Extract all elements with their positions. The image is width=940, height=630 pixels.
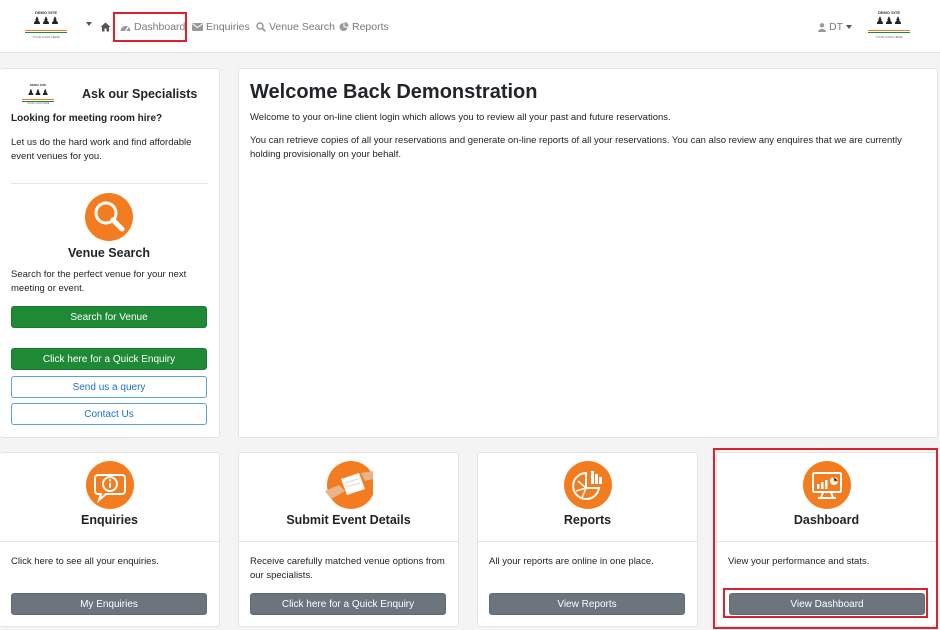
reports-card-title: Reports (563, 513, 612, 527)
venue-search-title: Venue Search (68, 246, 150, 260)
enquiries-card-title: Enquiries (81, 513, 138, 527)
enquiries-card-text: Click here to see all your enquiries. (11, 556, 159, 567)
reports-card-text: All your reports are online in one place… (489, 556, 654, 567)
specialists-intro: Let us do the hard work and find afforda… (11, 137, 192, 162)
my-enquiries-button[interactable]: My Enquiries (11, 593, 207, 615)
nav-reports[interactable]: Reports (339, 19, 389, 35)
user-icon (818, 22, 826, 32)
speech-bubble-info-icon (85, 461, 134, 509)
venue-search-magnifier-icon (85, 193, 133, 241)
specialists-question: Looking for meeting room hire? (11, 113, 163, 124)
client-logo: DEMO SITE ♟♟♟ YOUR LOGO HERE (866, 10, 912, 42)
venue-search-text: Search for the perfect venue for your ne… (11, 269, 187, 294)
sidebar-logo: DEMO SITE ♟♟♟ YOUR LOGO HERE (20, 83, 56, 107)
client-logo-stripe-green (868, 32, 910, 33)
logo-stripe-orange (25, 30, 67, 31)
welcome-title: Welcome Back Demonstration (250, 81, 538, 103)
nav-venue-search-label: Venue Search (269, 21, 335, 33)
sidebar-quick-enquiry-button[interactable]: Click here for a Quick Enquiry (11, 348, 207, 370)
client-logo-title: DEMO SITE (877, 10, 900, 15)
nav-venue-search[interactable]: Venue Search (256, 19, 335, 35)
user-initials: DT (829, 21, 843, 33)
client-logo-tagline: YOUR LOGO HERE (875, 35, 903, 39)
logo-tagline: YOUR LOGO HERE (32, 35, 60, 39)
user-menu[interactable]: DT (818, 19, 852, 35)
view-reports-button[interactable]: View Reports (489, 593, 685, 615)
nav-home[interactable] (100, 19, 111, 35)
envelope-icon (192, 23, 203, 31)
user-dropdown-caret-icon (846, 25, 852, 29)
submit-event-card-divider (239, 541, 458, 542)
top-navbar: DEMO SITE ♟♟♟ YOUR LOGO HERE Dashboard E… (0, 0, 940, 53)
contact-us-button[interactable]: Contact Us (11, 403, 207, 425)
nav-reports-label: Reports (352, 21, 389, 33)
pie-chart-icon (563, 461, 612, 509)
welcome-intro-text: Welcome to your on-line client login whi… (250, 112, 671, 123)
quick-enquiry-button[interactable]: Click here for a Quick Enquiry (250, 593, 446, 615)
sidebar-logo-tagline: YOUR LOGO HERE (26, 102, 50, 105)
specialists-sidebar: DEMO SITE ♟♟♟ YOUR LOGO HERE Ask our Spe… (0, 68, 220, 438)
client-logo-stripe-orange (868, 30, 910, 31)
site-logo[interactable]: DEMO SITE ♟♟♟ YOUR LOGO HERE (23, 10, 69, 42)
logo-dropdown-caret-icon[interactable] (86, 22, 92, 26)
sidebar-divider (11, 183, 208, 184)
handshake-document-icon (324, 461, 375, 509)
logo-stripe-green (25, 32, 67, 33)
specialists-title: Ask our Specialists (82, 87, 198, 101)
welcome-detail-text: You can retrieve copies of all your rese… (250, 135, 902, 160)
home-icon (100, 22, 111, 32)
view-dashboard-highlight-box (723, 588, 928, 618)
submit-event-card-title: Submit Event Details (286, 513, 411, 527)
send-query-button[interactable]: Send us a query (11, 376, 207, 398)
logo-people-icon: ♟♟♟ (32, 16, 60, 27)
search-for-venue-button[interactable]: Search for Venue (11, 306, 207, 328)
dashboard-highlight-box (113, 12, 187, 42)
submit-event-card: Submit Event Details Receive carefully m… (238, 452, 459, 627)
reports-card-divider (478, 541, 697, 542)
sidebar-logo-stripe-orange (22, 99, 54, 100)
reports-card: Reports All your reports are online in o… (477, 452, 698, 627)
sidebar-logo-people-icon: ♟♟♟ (27, 88, 49, 97)
nav-enquiries-label: Enquiries (206, 21, 250, 33)
submit-event-card-text: Receive carefully matched venue options … (250, 556, 445, 581)
enquiries-card-divider (0, 541, 219, 542)
welcome-panel: Welcome Back Demonstration Welcome to yo… (238, 68, 938, 438)
enquiries-card: Enquiries Click here to see all your enq… (0, 452, 220, 627)
client-logo-people-icon: ♟♟♟ (875, 16, 903, 27)
search-icon (256, 22, 266, 32)
pie-chart-icon (339, 22, 349, 31)
logo-title: DEMO SITE (34, 10, 57, 15)
nav-enquiries[interactable]: Enquiries (192, 19, 250, 35)
